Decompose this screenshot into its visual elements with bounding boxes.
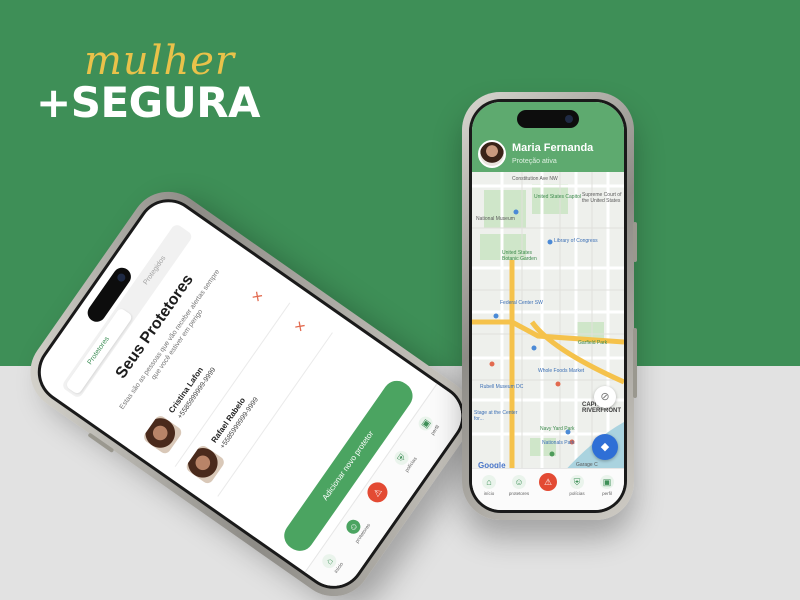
profile-icon: ▣ <box>600 475 614 489</box>
brand-logo: mulher +SEGURA <box>36 38 296 128</box>
tab-inicio[interactable]: ⌂ início <box>474 475 504 496</box>
map-label: Navy Yard Park <box>540 426 575 432</box>
contact-avatar <box>184 443 227 486</box>
phone-side-button <box>633 328 637 398</box>
map-label: Rubell Museum DC <box>480 384 524 390</box>
map-label: National Museum <box>476 216 515 222</box>
sos-icon: ⚠ <box>363 478 392 507</box>
map-label: Supreme Court of the United States <box>582 192 622 204</box>
remove-contact-icon[interactable]: ✕ <box>248 288 267 306</box>
bottom-tab-bar: ⌂ início ☺ protetores ⚠ ⛨ polícias ▣ per… <box>472 468 624 510</box>
navigate-button[interactable]: ◆ <box>592 434 618 460</box>
tab-protetores-nav[interactable]: ☺ protetores <box>504 475 534 496</box>
tab-inicio[interactable]: ⌂ início <box>313 542 353 586</box>
phone-side-button <box>633 222 637 262</box>
tab-perfil[interactable]: ▣ perfil <box>592 475 622 496</box>
map-label: United States Botanic Garden <box>502 250 537 262</box>
sos-button[interactable]: ⚠ <box>533 473 563 491</box>
map-label: Federal Center SW <box>500 300 543 306</box>
people-icon: ☺ <box>512 475 526 489</box>
tab-protetores-nav[interactable]: ☺ protetores <box>337 507 377 551</box>
user-name: Maria Fernanda <box>512 142 594 154</box>
sos-button[interactable]: ⚠ <box>361 473 397 514</box>
tab-policias[interactable]: ⛨ polícias <box>385 438 425 482</box>
tab-label: início <box>483 491 495 496</box>
map-label: Constitution Ave NW <box>512 176 558 182</box>
map-screen: Maria Fernanda Proteção ativa Constituti… <box>472 102 624 510</box>
shield-icon: ⛨ <box>570 475 584 489</box>
compass-icon[interactable]: ⊘ <box>594 386 616 408</box>
dynamic-island <box>517 110 579 128</box>
map-phone: Maria Fernanda Proteção ativa Constituti… <box>462 92 637 520</box>
map-label: Stage at the Center for... <box>474 410 518 422</box>
home-icon: ⌂ <box>482 475 496 489</box>
contact-avatar <box>141 413 184 456</box>
tab-policias[interactable]: ⛨ polícias <box>562 475 592 496</box>
tab-label: protetores <box>508 491 530 496</box>
map-label: United States Capitol <box>534 194 581 200</box>
map-label: Library of Congress <box>554 238 598 244</box>
phone-screen: Maria Fernanda Proteção ativa Constituti… <box>469 99 627 513</box>
user-status: Proteção ativa <box>512 158 557 165</box>
tab-label: perfil <box>602 491 612 496</box>
tab-label: polícias <box>569 491 585 496</box>
map-label: Whole Foods Market <box>538 368 585 374</box>
remove-contact-icon[interactable]: ✕ <box>291 318 310 336</box>
map-label: Garfield Park <box>578 340 608 346</box>
avatar[interactable] <box>478 140 506 168</box>
tab-perfil[interactable]: ▣ perfil <box>409 404 449 448</box>
brand-bold-text: +SEGURA <box>36 78 261 127</box>
map-view[interactable]: Constitution Ave NW United States Capito… <box>472 172 624 474</box>
map-label: Nationals Park <box>542 440 575 446</box>
sos-icon: ⚠ <box>539 473 557 491</box>
